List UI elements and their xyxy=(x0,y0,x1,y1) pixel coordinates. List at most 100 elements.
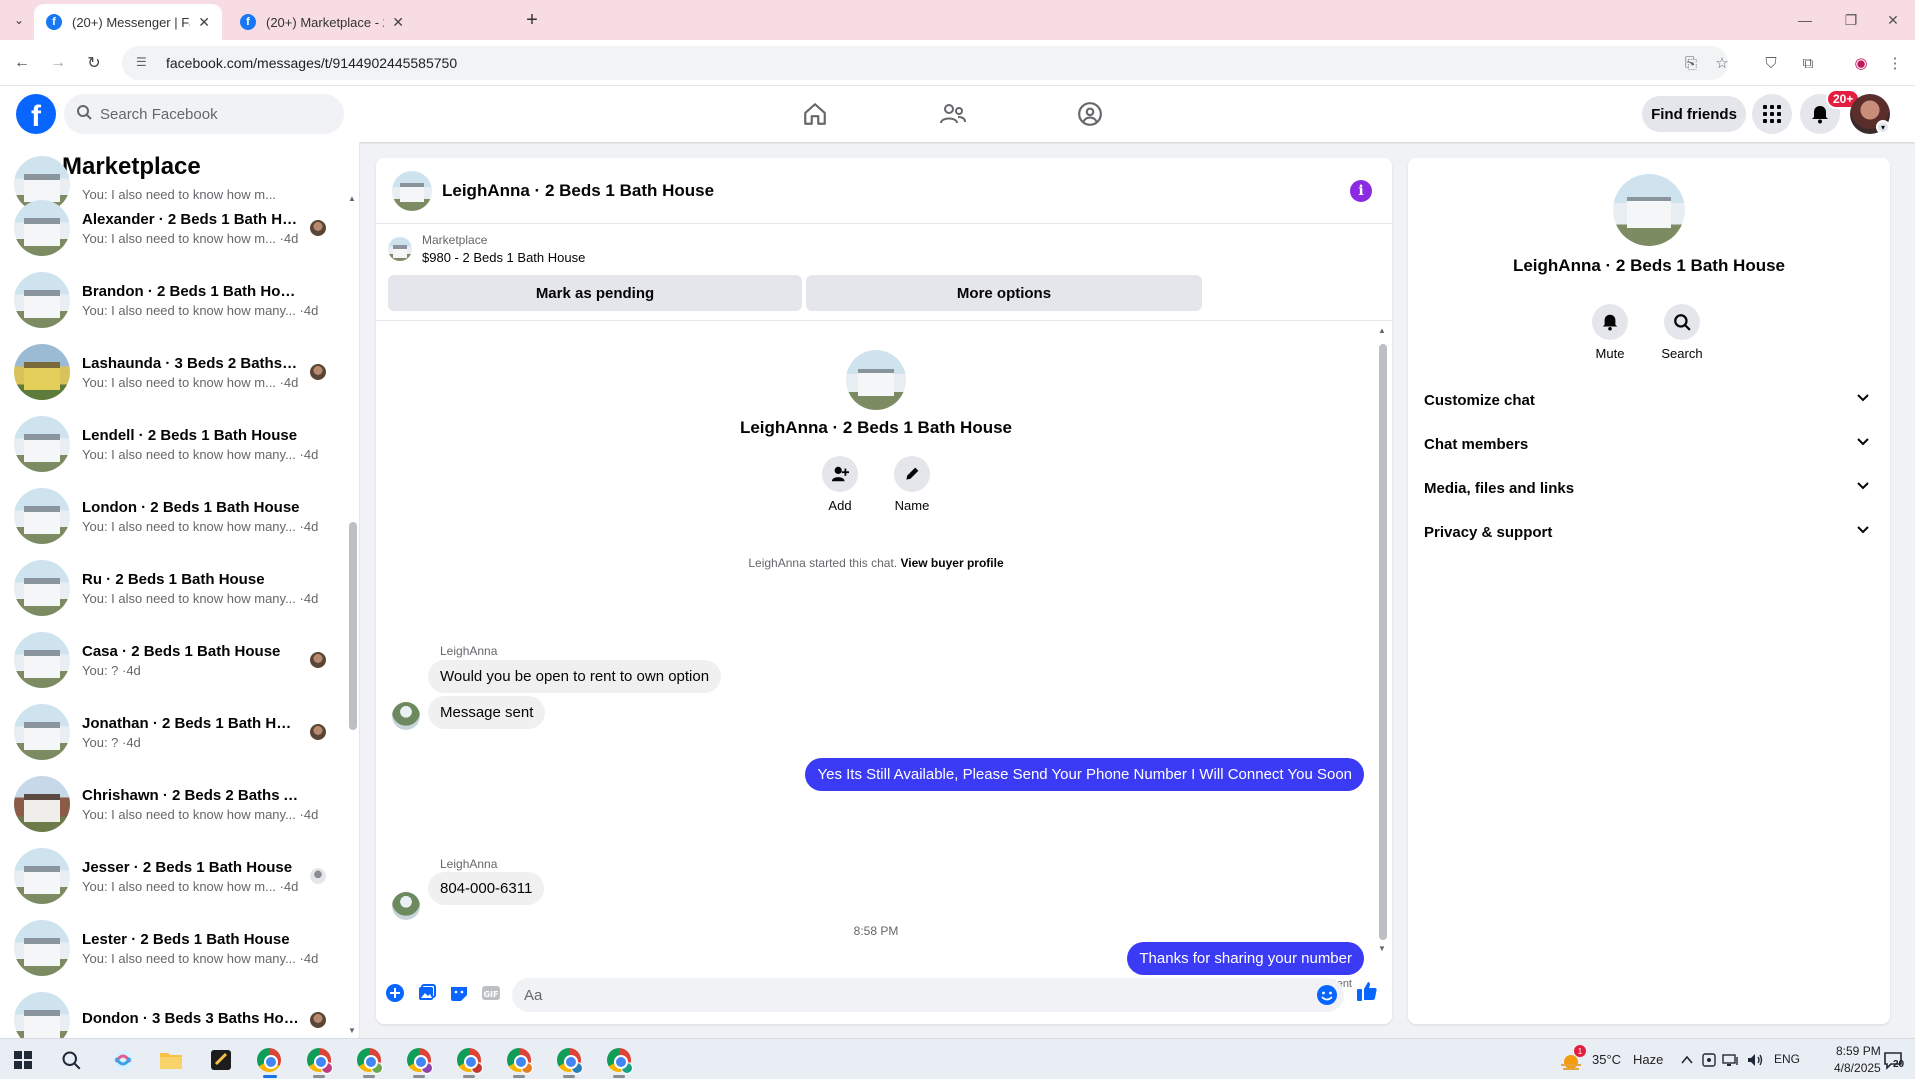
app-icon[interactable] xyxy=(208,1047,234,1073)
info-icon[interactable]: i xyxy=(1350,180,1372,202)
message-input-box[interactable] xyxy=(512,978,1344,1012)
like-thumb-icon[interactable] xyxy=(1356,980,1378,1002)
scroll-down-arrow-icon[interactable]: ▼ xyxy=(348,1026,356,1035)
volume-icon[interactable] xyxy=(1742,1047,1768,1073)
media-files-links-section[interactable]: Media, files and links xyxy=(1424,470,1880,506)
chat-title[interactable]: LeighAnna · 2 Beds 1 Bath House xyxy=(442,181,714,201)
view-buyer-profile-link[interactable]: View buyer profile xyxy=(900,556,1003,570)
profile-icon[interactable]: ◉ xyxy=(1850,52,1872,74)
gif-icon[interactable]: GIF xyxy=(480,982,502,1004)
new-tab-button[interactable]: + xyxy=(520,8,544,32)
list-item[interactable]: Ru · 2 Beds 1 Bath House You: I also need… xyxy=(0,552,340,624)
chrome-profile-3-icon[interactable] xyxy=(356,1047,383,1074)
address-bar[interactable]: ☰ facebook.com/messages/t/91449024455857… xyxy=(122,46,1728,80)
bookmark-star-icon[interactable]: ☆ xyxy=(1711,52,1733,74)
file-explorer-icon[interactable] xyxy=(158,1047,184,1073)
chrome-profile-2-icon[interactable] xyxy=(306,1047,333,1074)
chrome-profile-7-icon[interactable] xyxy=(556,1047,583,1074)
list-item[interactable]: Dondon · 3 Beds 3 Baths House xyxy=(0,984,340,1038)
minimize-button[interactable]: — xyxy=(1782,6,1828,34)
incoming-message[interactable]: Would you be open to rent to own option xyxy=(428,660,722,693)
plus-circle-icon[interactable] xyxy=(384,982,406,1004)
windows-start-icon[interactable] xyxy=(10,1047,36,1073)
mark-as-pending-button[interactable]: Mark as pending xyxy=(388,275,802,311)
clock-date[interactable]: 4/8/2025 xyxy=(1834,1061,1881,1075)
scroll-up-arrow-icon[interactable]: ▲ xyxy=(1378,326,1386,335)
chrome-profile-5-icon[interactable] xyxy=(456,1047,483,1074)
find-friends-button[interactable]: Find friends xyxy=(1642,96,1746,132)
reload-button[interactable]: ↻ xyxy=(82,51,106,75)
bell-icon xyxy=(1812,106,1828,124)
emoji-icon[interactable] xyxy=(1316,984,1338,1011)
tab-marketplace[interactable]: f (20+) Marketplace - 2 Beds 1 Ba ✕ xyxy=(228,4,416,40)
site-info-icon[interactable]: ☰ xyxy=(136,55,152,71)
chevron-down-icon[interactable]: ▾ xyxy=(1876,120,1890,134)
facebook-logo-icon[interactable]: f xyxy=(16,94,56,134)
outgoing-message[interactable]: Yes Its Still Available, Please Send You… xyxy=(805,758,1364,791)
clock-time[interactable]: 8:59 PM xyxy=(1836,1044,1881,1058)
friends-icon[interactable] xyxy=(935,96,971,132)
message-preview: You: I also need to know how many... ·4d xyxy=(82,950,319,966)
install-app-icon[interactable]: ⎘ xyxy=(1680,52,1702,74)
facebook-search-box[interactable] xyxy=(64,94,344,134)
tab-search-button[interactable]: ⌄ xyxy=(8,9,30,31)
list-item[interactable]: Alexander · 2 Beds 1 Bath Hou... You: I a… xyxy=(0,192,340,264)
sticker-icon[interactable] xyxy=(448,982,470,1004)
photo-icon[interactable] xyxy=(416,982,438,1004)
listing-info[interactable]: Marketplace $980 - 2 Beds 1 Bath House xyxy=(388,233,585,265)
sender-avatar[interactable] xyxy=(392,892,420,920)
incoming-message[interactable]: Message sent xyxy=(428,696,546,729)
list-item[interactable]: Jesser · 2 Beds 1 Bath House You: I also … xyxy=(0,840,340,912)
chrome-profile-1-icon[interactable] xyxy=(256,1047,282,1073)
tab-messenger[interactable]: f (20+) Messenger | Facebook ✕ xyxy=(34,4,222,40)
search-conversation-button[interactable]: Search xyxy=(1652,304,1712,361)
browser-menu-icon[interactable]: ⋮ xyxy=(1884,52,1906,74)
list-item[interactable]: Casa · 2 Beds 1 Bath House You: ? ·4d xyxy=(0,624,340,696)
list-item[interactable]: London · 2 Beds 1 Bath House You: I also … xyxy=(0,480,340,552)
weather-temperature[interactable]: 35°C xyxy=(1592,1052,1621,1067)
network-icon[interactable] xyxy=(1718,1047,1744,1073)
scrollbar-thumb[interactable] xyxy=(349,522,357,730)
incoming-message[interactable]: 804-000-6311 xyxy=(428,872,545,905)
privacy-support-section[interactable]: Privacy & support xyxy=(1424,514,1880,550)
message-input[interactable] xyxy=(524,986,1304,1004)
copilot-icon[interactable] xyxy=(110,1047,136,1073)
search-input[interactable] xyxy=(100,105,320,123)
taskbar-search-icon[interactable] xyxy=(58,1047,84,1073)
list-item[interactable]: Lashaunda · 3 Beds 2 Baths H... You: I al… xyxy=(0,336,340,408)
more-options-button[interactable]: More options xyxy=(806,275,1202,311)
chrome-profile-8-icon[interactable] xyxy=(606,1047,633,1074)
extensions-icon[interactable]: ⧉ xyxy=(1797,52,1819,74)
shield-extension-icon[interactable]: ⛉ xyxy=(1760,52,1782,74)
scroll-up-arrow-icon[interactable]: ▲ xyxy=(348,194,356,203)
edit-name-button[interactable]: Name xyxy=(882,456,942,513)
listing-thumbnail xyxy=(14,344,70,400)
sender-avatar[interactable] xyxy=(392,702,420,730)
list-item[interactable]: Chrishawn · 2 Beds 2 Baths Apar... You: I… xyxy=(0,768,340,840)
chat-avatar[interactable] xyxy=(392,170,432,211)
chevron-down-icon xyxy=(1856,523,1870,541)
weather-description[interactable]: Haze xyxy=(1633,1052,1663,1067)
customize-chat-section[interactable]: Customize chat xyxy=(1424,382,1880,418)
list-item[interactable]: Brandon · 2 Beds 1 Bath House You: I also… xyxy=(0,264,340,336)
list-item[interactable]: Lester · 2 Beds 1 Bath House You: I also … xyxy=(0,912,340,984)
chrome-profile-4-icon[interactable] xyxy=(406,1047,433,1074)
home-icon[interactable] xyxy=(797,96,833,132)
groups-icon[interactable] xyxy=(1072,96,1108,132)
restore-button[interactable]: ❐ xyxy=(1828,6,1874,34)
back-button[interactable]: ← xyxy=(10,51,34,75)
list-item[interactable]: Lendell · 2 Beds 1 Bath House You: I also… xyxy=(0,408,340,480)
scrollbar-thumb[interactable] xyxy=(1379,344,1387,940)
add-people-button[interactable]: Add xyxy=(810,456,870,513)
scroll-down-arrow-icon[interactable]: ▼ xyxy=(1378,944,1386,953)
close-tab-icon[interactable]: ✕ xyxy=(198,14,210,31)
mute-button[interactable]: Mute xyxy=(1580,304,1640,361)
chrome-profile-6-icon[interactable] xyxy=(506,1047,533,1074)
close-tab-icon[interactable]: ✕ xyxy=(392,14,404,31)
chat-members-section[interactable]: Chat members xyxy=(1424,426,1880,462)
menu-grid-button[interactable] xyxy=(1752,94,1792,134)
close-window-button[interactable]: ✕ xyxy=(1870,6,1915,34)
list-item[interactable]: Jonathan · 2 Beds 1 Bath House You: ? ·4d xyxy=(0,696,340,768)
input-language[interactable]: ENG xyxy=(1774,1052,1800,1066)
forward-button[interactable]: → xyxy=(46,51,70,75)
